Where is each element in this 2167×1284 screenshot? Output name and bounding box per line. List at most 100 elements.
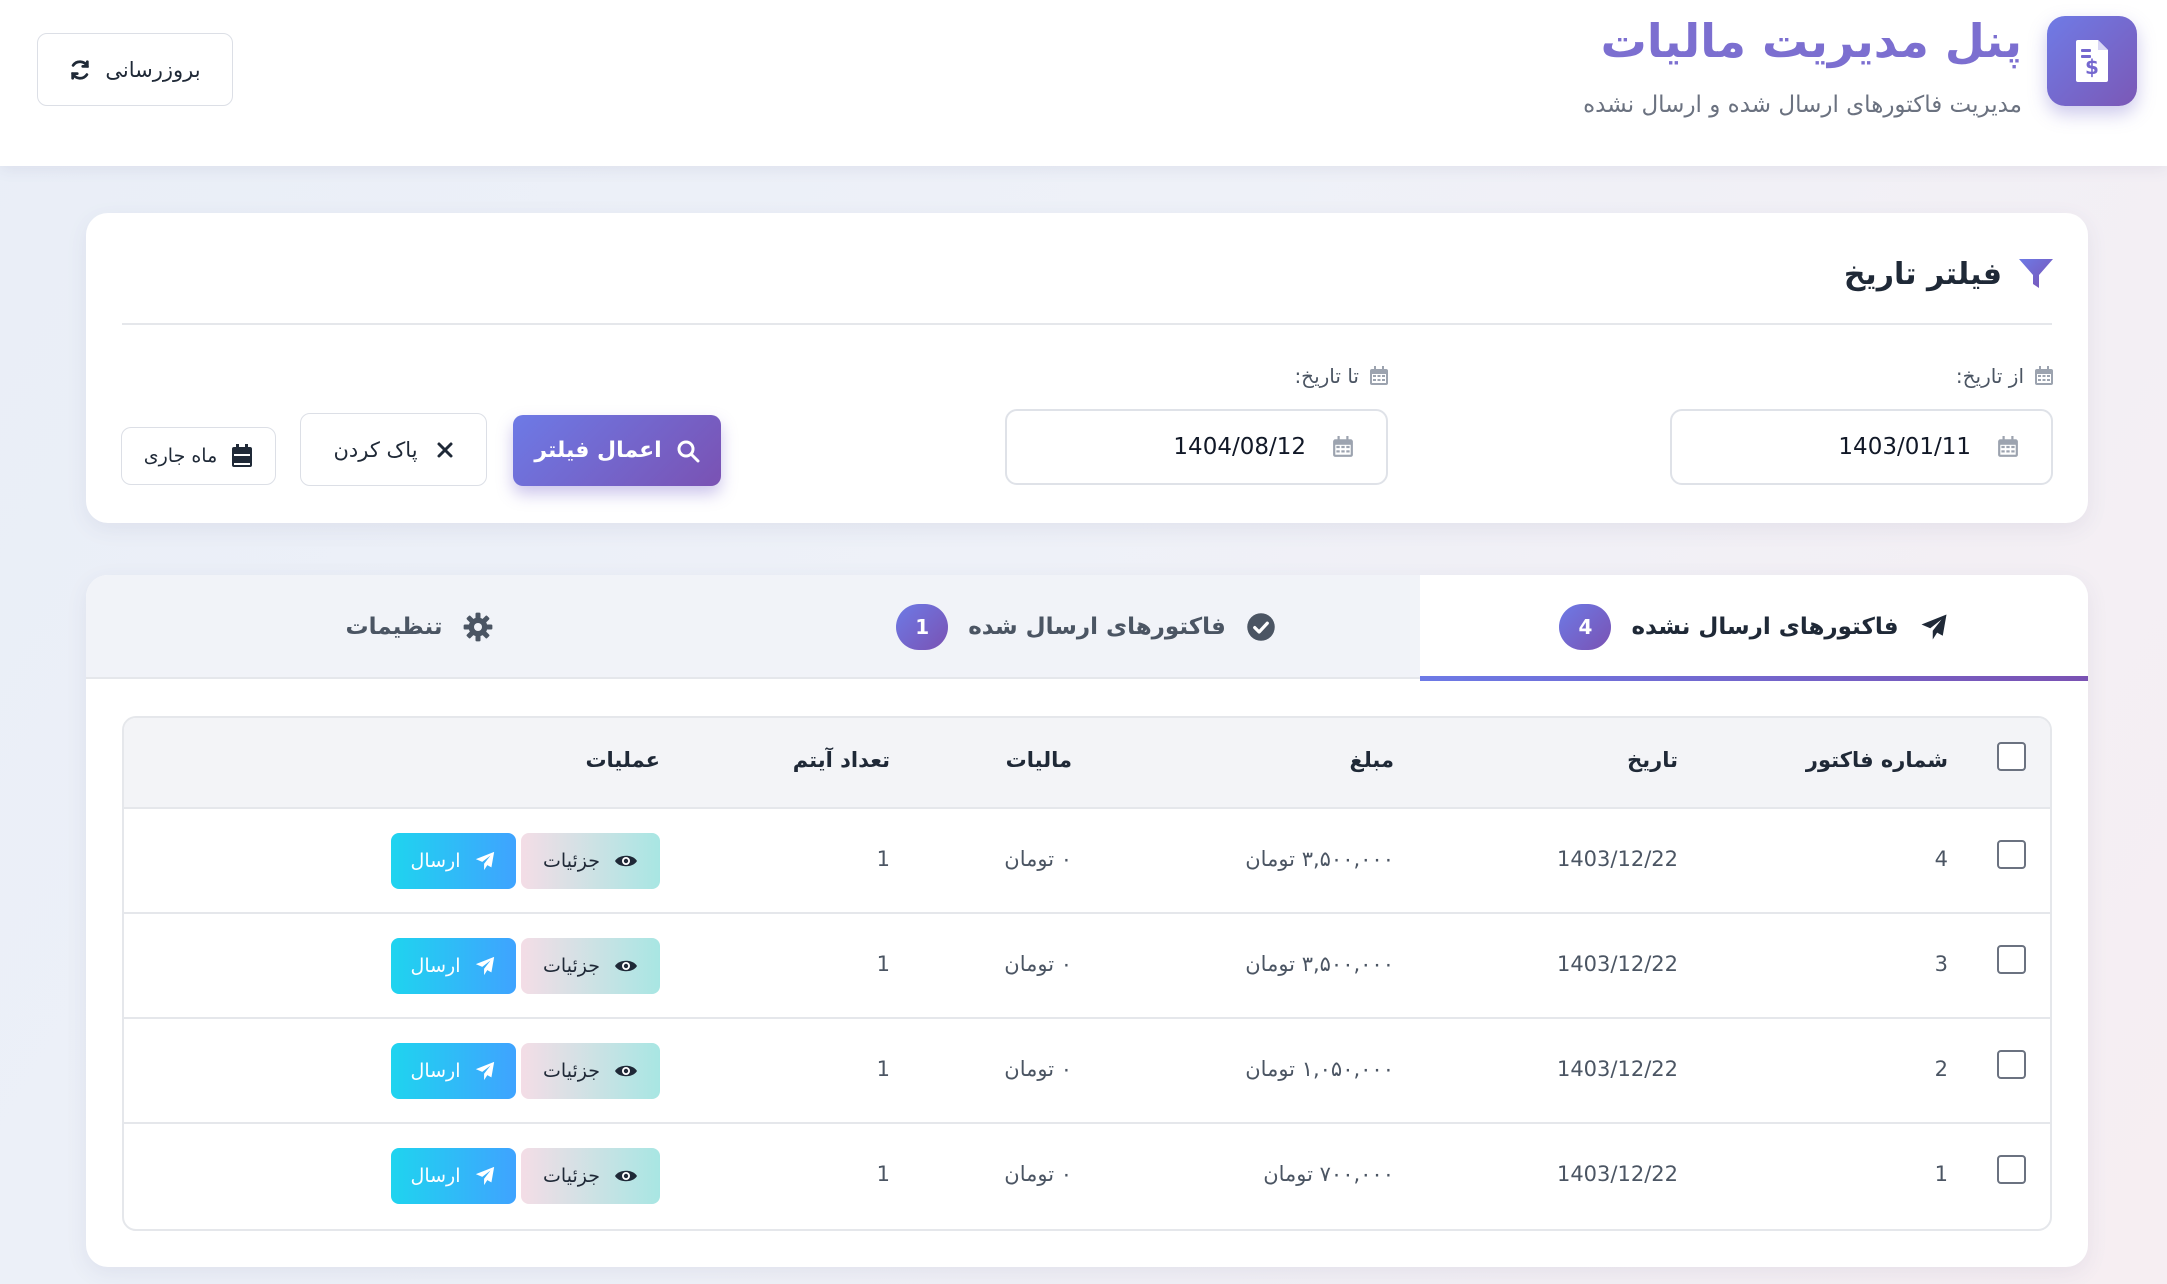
send-button[interactable]: ارسال xyxy=(391,833,516,889)
col-date: تاریخ xyxy=(1627,748,1678,772)
cell-item-count: 1 xyxy=(876,847,890,871)
current-month-label: ماه جاری xyxy=(143,445,218,467)
eye-icon xyxy=(614,1167,638,1185)
tab-unsent-invoices[interactable]: فاکتورهای ارسال نشده 4 xyxy=(1420,575,2088,681)
cell-tax: ۰ تومان xyxy=(1004,847,1072,871)
cell-invoice-number: 1 xyxy=(1934,1162,1948,1186)
cell-tax: ۰ تومان xyxy=(1004,952,1072,976)
calendar-icon xyxy=(1332,436,1354,458)
refresh-label: بروزرسانی xyxy=(105,57,201,82)
calendar-icon xyxy=(1369,366,1389,386)
sent-count-badge: 1 xyxy=(896,604,949,650)
paper-plane-icon xyxy=(474,1165,496,1187)
date-filter-card: فیلتر تاریخ از تاریخ: 1403/01/11 تا تاری… xyxy=(86,213,2088,523)
row-checkbox[interactable] xyxy=(1997,1050,2026,1079)
col-tax: مالیات xyxy=(1005,748,1072,772)
table-row: 2 1403/12/22 ۱,۰۵۰,۰۰۰ تومان ۰ تومان 1 جزئیات… xyxy=(124,1019,2050,1124)
cell-item-count: 1 xyxy=(876,952,890,976)
svg-text:$: $ xyxy=(2085,55,2099,79)
send-button[interactable]: ارسال xyxy=(391,938,516,994)
tab-label: فاکتورهای ارسال نشده xyxy=(1631,614,1899,640)
cell-tax: ۰ تومان xyxy=(1004,1162,1072,1186)
filter-header: فیلتر تاریخ xyxy=(1844,249,2054,299)
refresh-icon xyxy=(69,59,91,81)
eye-icon xyxy=(614,1062,638,1080)
cell-amount: ۷۰۰,۰۰۰ تومان xyxy=(1263,1162,1394,1186)
cell-amount: ۱,۰۵۰,۰۰۰ تومان xyxy=(1245,1057,1394,1081)
paper-plane-icon xyxy=(474,955,496,977)
to-date-input[interactable]: 1404/08/12 xyxy=(1005,409,1388,485)
clear-filter-label: پاک کردن xyxy=(333,437,418,462)
send-button[interactable]: ارسال xyxy=(391,1043,516,1099)
send-label: ارسال xyxy=(410,1060,461,1082)
cell-item-count: 1 xyxy=(876,1162,890,1186)
cell-date: 1403/12/22 xyxy=(1556,847,1678,871)
cell-date: 1403/12/22 xyxy=(1556,1162,1678,1186)
from-date-label: از تاریخ: xyxy=(1956,361,2054,391)
cell-item-count: 1 xyxy=(876,1057,890,1081)
from-date-input[interactable]: 1403/01/11 xyxy=(1670,409,2053,485)
paper-plane-icon xyxy=(474,850,496,872)
row-checkbox[interactable] xyxy=(1997,1155,2026,1184)
details-button[interactable]: جزئیات xyxy=(521,1148,660,1204)
invoices-card: فاکتورهای ارسال نشده 4 فاکتورهای ارسال ش… xyxy=(86,575,2088,1267)
details-button[interactable]: جزئیات xyxy=(521,1043,660,1099)
calendar-icon xyxy=(1997,436,2019,458)
tab-bar: فاکتورهای ارسال نشده 4 فاکتورهای ارسال ش… xyxy=(86,575,2088,681)
tab-label: فاکتورهای ارسال شده xyxy=(968,614,1226,640)
invoice-logo-icon: $ xyxy=(2047,16,2137,106)
unsent-count-badge: 4 xyxy=(1559,604,1612,650)
gear-icon xyxy=(463,612,493,642)
current-month-button[interactable]: ماه جاری xyxy=(121,427,276,485)
table-row: 1 1403/12/22 ۷۰۰,۰۰۰ تومان ۰ تومان 1 جزئیات ار… xyxy=(124,1124,2050,1229)
tab-sent-invoices[interactable]: فاکتورهای ارسال شده 1 xyxy=(752,575,1420,679)
cell-amount: ۳,۵۰۰,۰۰۰ تومان xyxy=(1245,952,1394,976)
close-icon xyxy=(436,441,454,459)
eye-icon xyxy=(614,852,638,870)
col-amount: مبلغ xyxy=(1349,748,1395,772)
details-label: جزئیات xyxy=(543,850,600,872)
details-label: جزئیات xyxy=(543,1165,600,1187)
row-checkbox[interactable] xyxy=(1997,840,2026,869)
to-date-label: تا تاریخ: xyxy=(1294,361,1389,391)
check-circle-icon xyxy=(1246,612,1276,642)
details-label: جزئیات xyxy=(543,955,600,977)
clear-filter-button[interactable]: پاک کردن xyxy=(300,413,487,486)
tab-label: تنظیمات xyxy=(345,614,443,640)
send-label: ارسال xyxy=(410,1165,461,1187)
cell-date: 1403/12/22 xyxy=(1556,952,1678,976)
page-title: پنل مدیریت مالیات xyxy=(1600,14,2022,68)
col-item-count: تعداد آیتم xyxy=(792,748,890,772)
calendar-icon xyxy=(2034,366,2054,386)
table-row: 4 1403/12/22 ۳,۵۰۰,۰۰۰ تومان ۰ تومان 1 جزئیات… xyxy=(124,809,2050,914)
cell-tax: ۰ تومان xyxy=(1004,1057,1072,1081)
details-label: جزئیات xyxy=(543,1060,600,1082)
details-button[interactable]: جزئیات xyxy=(521,938,660,994)
send-label: ارسال xyxy=(410,850,461,872)
cell-amount: ۳,۵۰۰,۰۰۰ تومان xyxy=(1245,847,1394,871)
row-checkbox[interactable] xyxy=(1997,945,2026,974)
send-label: ارسال xyxy=(410,955,461,977)
calendar-icon xyxy=(231,444,253,468)
to-date-value: 1404/08/12 xyxy=(1173,434,1306,460)
paper-plane-icon xyxy=(474,1060,496,1082)
table-row: 3 1403/12/22 ۳,۵۰۰,۰۰۰ تومان ۰ تومان 1 جزئیات… xyxy=(124,914,2050,1019)
filter-title: فیلتر تاریخ xyxy=(1843,256,2002,292)
col-invoice-number: شماره فاکتور xyxy=(1805,748,1948,772)
invoices-table: شماره فاکتور تاریخ مبلغ مالیات تعداد آیت… xyxy=(122,716,2052,1231)
divider xyxy=(122,323,2052,325)
page-subtitle: مدیریت فاکتورهای ارسال شده و ارسال نشده xyxy=(1583,92,2022,118)
cell-date: 1403/12/22 xyxy=(1556,1057,1678,1081)
details-button[interactable]: جزئیات xyxy=(521,833,660,889)
send-button[interactable]: ارسال xyxy=(391,1148,516,1204)
table-header: شماره فاکتور تاریخ مبلغ مالیات تعداد آیت… xyxy=(124,718,2050,809)
col-actions: عملیات xyxy=(585,748,660,772)
cell-invoice-number: 2 xyxy=(1934,1057,1948,1081)
filter-icon xyxy=(2018,257,2054,291)
refresh-button[interactable]: بروزرسانی xyxy=(37,33,233,106)
cell-invoice-number: 4 xyxy=(1934,847,1948,871)
apply-filter-label: اعمال فیلتر xyxy=(534,438,662,463)
tab-settings[interactable]: تنظیمات xyxy=(86,575,752,679)
select-all-checkbox[interactable] xyxy=(1997,742,2026,771)
apply-filter-button[interactable]: اعمال فیلتر xyxy=(513,415,721,486)
